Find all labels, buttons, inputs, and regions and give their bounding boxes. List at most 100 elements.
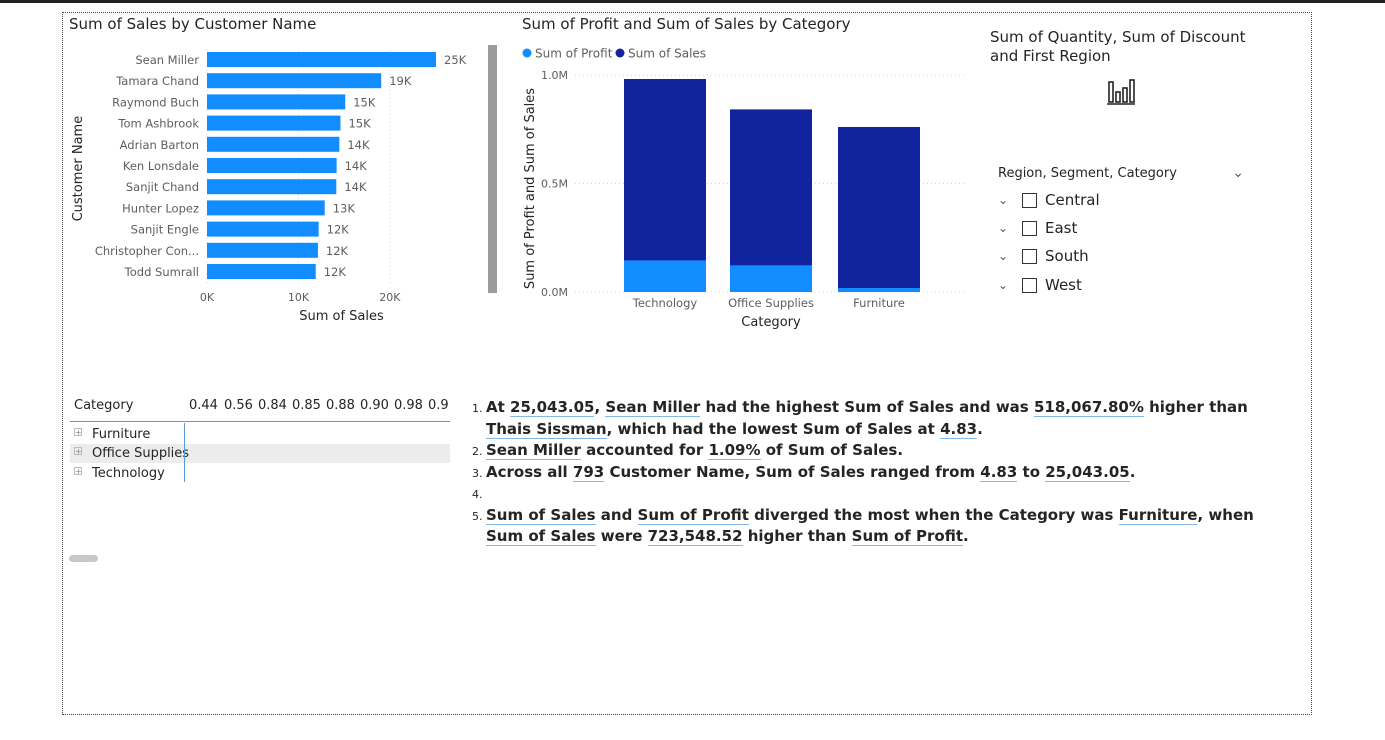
expand-chevron-icon[interactable]: ⌄ xyxy=(998,221,1014,235)
matrix-row[interactable]: + Furniture xyxy=(70,425,450,444)
narrative-item-number: 1. xyxy=(472,402,483,415)
narrative-value-highlight[interactable]: 25,043.05 xyxy=(1045,462,1130,482)
matrix-row-header-divider xyxy=(184,423,185,482)
category-label: Christopher Con... xyxy=(95,244,199,258)
narrative-text-run: Customer Name, Sum of Sales ranged from xyxy=(604,462,981,481)
data-label: 12K xyxy=(324,265,347,279)
slicer-item-label: Central xyxy=(1045,191,1100,209)
narrative-text-run: diverged the most when the Category was xyxy=(748,505,1119,524)
narrative-value-highlight[interactable]: 25,043.05 xyxy=(510,398,595,417)
column-segment[interactable] xyxy=(624,78,706,261)
expand-chevron-icon[interactable]: ⌄ xyxy=(998,278,1014,292)
narrative-text-run: . xyxy=(1129,462,1136,481)
narrative-value-highlight[interactable]: Sum of Profit xyxy=(637,505,749,525)
narrative-text-run: , which had the lowest Sum of Sales at xyxy=(606,419,941,438)
narrative-value-highlight[interactable]: 793 xyxy=(572,462,605,482)
category-label: Sanjit Engle xyxy=(131,223,199,237)
narrative-value-highlight[interactable]: 518,067.80% xyxy=(1033,398,1144,417)
matrix-row[interactable]: + Office Supplies xyxy=(70,444,450,463)
bar[interactable] xyxy=(207,200,325,216)
bar[interactable] xyxy=(207,52,436,67)
matrix-row[interactable]: + Technology xyxy=(70,464,450,483)
vertical-scrollbar[interactable] xyxy=(488,45,497,293)
narrative-item-text: Sum of Sales and Sum of Profit diverged … xyxy=(486,505,1254,546)
x-tick-label: Office Supplies xyxy=(728,296,814,310)
data-label: 14K xyxy=(347,138,370,152)
narrative-value-highlight[interactable]: 4.83 xyxy=(940,419,978,439)
matrix-column-header[interactable]: 0.44 xyxy=(189,398,218,413)
slicer-header-label: Region, Segment, Category xyxy=(998,166,1177,181)
category-label: Adrian Barton xyxy=(120,138,199,152)
matrix-column-header[interactable]: 0.84 xyxy=(258,398,287,413)
matrix-header-divider xyxy=(70,421,450,422)
narrative-value-highlight[interactable]: Sum of Sales xyxy=(486,527,596,546)
narrative-value-highlight[interactable]: 4.83 xyxy=(980,462,1018,482)
narrative-item-number: 5. xyxy=(472,509,483,523)
expand-chevron-icon[interactable]: ⌄ xyxy=(998,249,1014,263)
narrative-value-highlight[interactable]: Sean Miller xyxy=(605,398,701,417)
narrative-value-highlight[interactable]: Sean Miller xyxy=(486,441,581,460)
column-segment[interactable] xyxy=(624,260,706,292)
column-segment[interactable] xyxy=(730,109,812,266)
matrix-column-header[interactable]: 0.56 xyxy=(224,398,253,413)
slicer-item-label: South xyxy=(1045,247,1089,265)
data-label: 14K xyxy=(344,180,367,194)
data-label: 25K xyxy=(444,53,467,67)
narrative-value-highlight[interactable]: 1.09% xyxy=(708,441,761,460)
slicer-header[interactable]: Region, Segment, Category ⌄ xyxy=(998,165,1244,184)
bar[interactable] xyxy=(207,158,337,173)
narrative-value-highlight[interactable]: 723,548.52 xyxy=(647,527,743,546)
window-top-border xyxy=(0,0,1385,3)
bar[interactable] xyxy=(207,136,340,152)
smart-narrative: 1. At 25,043.05, Sean Miller had the high… xyxy=(472,397,1262,548)
matrix-column-header[interactable]: 0.90 xyxy=(360,398,389,413)
column-segment[interactable] xyxy=(730,265,812,292)
bar[interactable] xyxy=(207,179,337,195)
column-segment[interactable] xyxy=(838,287,920,292)
narrative-item: 5. Sum of Sales and Sum of Profit diverge… xyxy=(472,505,1262,548)
checkbox[interactable] xyxy=(1022,248,1037,264)
checkbox[interactable] xyxy=(1022,192,1037,208)
narrative-item-number: 4. xyxy=(472,488,483,501)
matrix-row-label: Technology xyxy=(92,466,165,481)
checkbox[interactable] xyxy=(1022,277,1037,293)
slicer-item-west[interactable]: ⌄ West xyxy=(998,274,1082,296)
narrative-item-text: Across all 793 Customer Name, Sum of Sal… xyxy=(486,462,1136,482)
narrative-value-highlight[interactable]: Sum of Profit xyxy=(851,527,964,546)
checkbox[interactable] xyxy=(1022,220,1037,236)
slicer-item-central[interactable]: ⌄ Central xyxy=(998,189,1100,211)
narrative-text-run: . xyxy=(963,527,969,545)
sales-by-customer-bar-chart[interactable]: 0K 10K 20K Sean Miller 25K Tamara Chand 19K Ray… xyxy=(62,40,482,340)
legend-marker xyxy=(615,48,625,58)
bar[interactable] xyxy=(207,94,346,110)
bar[interactable] xyxy=(207,264,316,279)
bar-chart-title: Sum of Sales by Customer Name xyxy=(69,15,317,33)
narrative-value-highlight[interactable]: Thais Sissman xyxy=(486,419,607,439)
expand-plus-icon[interactable]: + xyxy=(74,467,82,476)
bar[interactable] xyxy=(207,73,382,89)
bar[interactable] xyxy=(207,242,318,258)
legend-label: Sum of Sales xyxy=(628,47,706,61)
matrix-column-header[interactable]: 0.88 xyxy=(326,398,355,413)
category-label: Sanjit Chand xyxy=(126,180,199,194)
bar[interactable] xyxy=(207,221,319,237)
matrix-column-header[interactable]: 0.98 xyxy=(394,398,423,413)
expand-plus-icon[interactable]: + xyxy=(74,428,82,437)
narrative-value-highlight[interactable]: Sum of Sales xyxy=(486,505,596,525)
chevron-down-icon[interactable]: ⌄ xyxy=(1232,165,1244,181)
matrix-column-header[interactable]: 0.9 xyxy=(428,398,450,413)
narrative-value-highlight[interactable]: Furniture xyxy=(1118,505,1198,525)
x-tick-label: Technology xyxy=(632,296,698,310)
horizontal-scrollbar[interactable] xyxy=(69,555,98,562)
slicer-item-label: West xyxy=(1045,276,1082,294)
profit-sales-by-category-column-chart[interactable]: Sum of Profit Sum of Sales 0.0M 0.5M 1.0M Tec… xyxy=(505,40,980,340)
slicer-item-south[interactable]: ⌄ South xyxy=(998,245,1089,267)
matrix-column-header[interactable]: 0.85 xyxy=(292,398,321,413)
narrative-text-run: and xyxy=(595,505,638,524)
column-segment[interactable] xyxy=(838,126,920,288)
expand-plus-icon[interactable]: + xyxy=(74,447,82,456)
expand-chevron-icon[interactable]: ⌄ xyxy=(998,193,1014,207)
slicer-item-east[interactable]: ⌄ East xyxy=(998,217,1077,239)
bar[interactable] xyxy=(207,115,341,131)
narrative-text-run: of Sum of Sales. xyxy=(760,441,904,459)
